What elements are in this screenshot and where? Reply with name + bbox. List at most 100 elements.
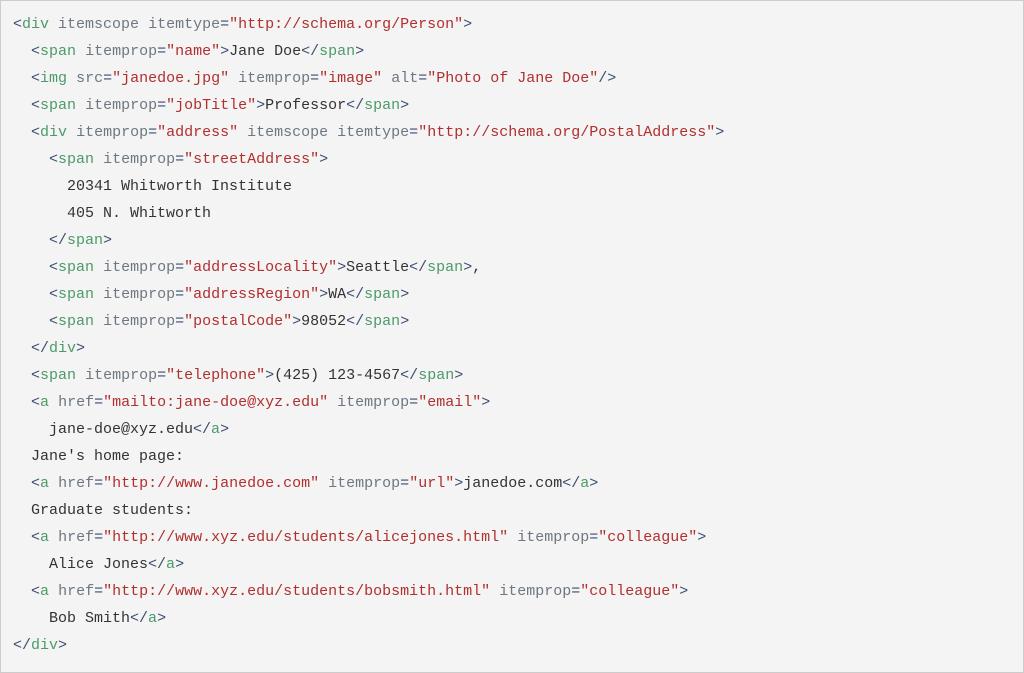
code-token-st: "postalCode" (184, 313, 292, 330)
code-token-tx (508, 529, 517, 546)
code-token-p: > (175, 556, 184, 573)
code-token-st: "url" (409, 475, 454, 492)
code-token-st: "http://www.janedoe.com" (103, 475, 319, 492)
code-token-p: > (220, 43, 229, 60)
code-token-at: itemprop (103, 151, 175, 168)
code-token-tx: 98052 (301, 313, 346, 330)
code-token-at: src (76, 70, 103, 87)
code-token-tx (49, 583, 58, 600)
code-token-tx: WA (328, 286, 346, 303)
code-token-st: "email" (418, 394, 481, 411)
code-token-p: < (49, 259, 58, 276)
code-token-p: < (31, 97, 40, 114)
code-token-st: "http://schema.org/Person" (229, 16, 463, 33)
code-token-tx: 405 N. Whitworth (13, 205, 211, 222)
code-token-tx (13, 340, 31, 357)
code-token-tx (94, 313, 103, 330)
code-token-st: "streetAddress" (184, 151, 319, 168)
code-token-tx (13, 43, 31, 60)
code-line: 20341 Whitworth Institute (13, 173, 1011, 200)
code-token-tg: span (67, 232, 103, 249)
code-token-tg: div (31, 637, 58, 654)
code-line: <div itemscope itemtype="http://schema.o… (13, 11, 1011, 38)
code-token-p: < (31, 124, 40, 141)
code-token-tg: a (580, 475, 589, 492)
code-token-p: > (697, 529, 706, 546)
code-token-p: < (13, 16, 22, 33)
code-token-st: "http://schema.org/PostalAddress" (418, 124, 715, 141)
code-line: <a href="http://www.janedoe.com" itempro… (13, 470, 1011, 497)
code-token-eq: = (94, 583, 103, 600)
code-token-eq: = (409, 394, 418, 411)
code-line: <div itemprop="address" itemscope itemty… (13, 119, 1011, 146)
code-token-tx (49, 394, 58, 411)
code-token-p: </ (346, 97, 364, 114)
code-token-eq: = (148, 124, 157, 141)
code-token-tx (76, 367, 85, 384)
code-token-tx: Seattle (346, 259, 409, 276)
code-token-at: itemtype (148, 16, 220, 33)
code-token-at: itemprop (238, 70, 310, 87)
code-token-tg: a (211, 421, 220, 438)
code-token-p: < (31, 394, 40, 411)
code-token-p: > (679, 583, 688, 600)
code-token-p: </ (409, 259, 427, 276)
code-token-tx (94, 259, 103, 276)
code-line: Alice Jones</a> (13, 551, 1011, 578)
code-token-st: "jobTitle" (166, 97, 256, 114)
code-token-p: > (103, 232, 112, 249)
code-line: <span itemprop="name">Jane Doe</span> (13, 38, 1011, 65)
code-token-eq: = (157, 367, 166, 384)
code-token-tx (13, 259, 49, 276)
code-line: </span> (13, 227, 1011, 254)
code-token-eq: = (175, 259, 184, 276)
code-token-tx (94, 151, 103, 168)
code-token-tx (94, 286, 103, 303)
code-token-at: itemprop (103, 286, 175, 303)
code-token-p: > (220, 421, 229, 438)
code-token-p: </ (130, 610, 148, 627)
code-token-p: > (463, 16, 472, 33)
code-token-tg: span (58, 151, 94, 168)
code-token-at: itemprop (103, 259, 175, 276)
code-token-tx: jane-doe@xyz.edu (13, 421, 193, 438)
code-token-p: < (31, 475, 40, 492)
code-line: Jane's home page: (13, 443, 1011, 470)
code-token-tx: Jane Doe (229, 43, 301, 60)
code-token-tg: span (40, 97, 76, 114)
code-line: </div> (13, 335, 1011, 362)
code-token-p: > (400, 286, 409, 303)
code-token-tx: Bob Smith (13, 610, 130, 627)
code-line: <a href="http://www.xyz.edu/students/bob… (13, 578, 1011, 605)
code-line: <span itemprop="postalCode">98052</span> (13, 308, 1011, 335)
code-token-tx (13, 232, 49, 249)
code-line: <span itemprop="jobTitle">Professor</spa… (13, 92, 1011, 119)
code-token-p: > (337, 259, 346, 276)
code-token-p: </ (562, 475, 580, 492)
code-token-p: </ (346, 313, 364, 330)
code-token-st: "colleague" (580, 583, 679, 600)
code-token-p: < (31, 529, 40, 546)
code-token-tg: span (427, 259, 463, 276)
code-line: <a href="mailto:jane-doe@xyz.edu" itempr… (13, 389, 1011, 416)
code-token-tx (229, 70, 238, 87)
code-token-tx: Graduate students: (13, 502, 193, 519)
code-token-p: > (454, 475, 463, 492)
code-token-tx (139, 16, 148, 33)
code-token-tx (13, 583, 31, 600)
code-token-p: < (31, 583, 40, 600)
code-token-tx: Alice Jones (13, 556, 148, 573)
code-token-eq: = (103, 70, 112, 87)
code-token-at: href (58, 475, 94, 492)
code-token-tg: a (40, 583, 49, 600)
code-token-tx (49, 16, 58, 33)
code-token-at: itemprop (103, 313, 175, 330)
code-token-tx (382, 70, 391, 87)
code-token-at: itemprop (76, 124, 148, 141)
code-token-at: href (58, 394, 94, 411)
code-token-st: "mailto:jane-doe@xyz.edu" (103, 394, 328, 411)
code-token-at: itemprop (85, 97, 157, 114)
code-token-tg: span (319, 43, 355, 60)
code-token-tx (13, 124, 31, 141)
code-token-tg: a (40, 475, 49, 492)
